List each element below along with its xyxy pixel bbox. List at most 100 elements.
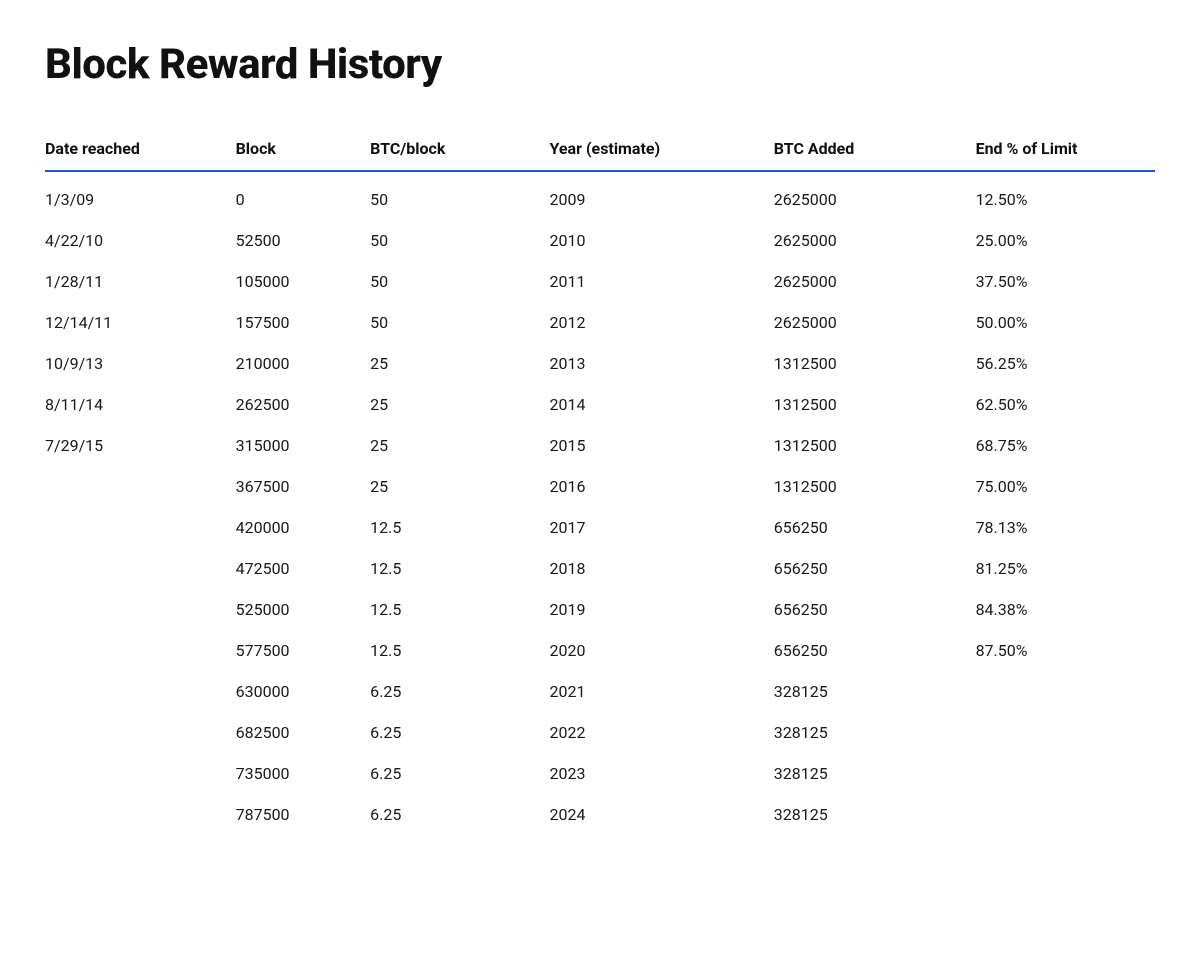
page-title: Block Reward History bbox=[45, 40, 1155, 89]
cell-1-btc_added: 2625000 bbox=[774, 220, 976, 261]
cell-0-btc_added: 2625000 bbox=[774, 171, 976, 220]
table-row: 1/28/11105000502011262500037.50% bbox=[45, 261, 1155, 302]
cell-1-block: 52500 bbox=[236, 220, 371, 261]
cell-0-date: 1/3/09 bbox=[45, 171, 236, 220]
cell-2-btc_per_block: 50 bbox=[370, 261, 549, 302]
cell-3-end_pct_limit: 50.00% bbox=[976, 302, 1155, 343]
cell-12-btc_added: 328125 bbox=[774, 671, 976, 712]
cell-6-date: 7/29/15 bbox=[45, 425, 236, 466]
cell-11-block: 577500 bbox=[236, 630, 371, 671]
cell-13-block: 682500 bbox=[236, 712, 371, 753]
table-row: 7875006.252024328125 bbox=[45, 794, 1155, 835]
cell-7-end_pct_limit: 75.00% bbox=[976, 466, 1155, 507]
cell-3-btc_added: 2625000 bbox=[774, 302, 976, 343]
cell-2-btc_added: 2625000 bbox=[774, 261, 976, 302]
cell-3-date: 12/14/11 bbox=[45, 302, 236, 343]
cell-9-btc_added: 656250 bbox=[774, 548, 976, 589]
table-row: 1/3/090502009262500012.50% bbox=[45, 171, 1155, 220]
cell-15-btc_per_block: 6.25 bbox=[370, 794, 549, 835]
cell-10-year_estimate: 2019 bbox=[550, 589, 774, 630]
cell-11-date bbox=[45, 630, 236, 671]
cell-13-end_pct_limit bbox=[976, 712, 1155, 753]
cell-8-btc_per_block: 12.5 bbox=[370, 507, 549, 548]
col-header-year_estimate: Year (estimate) bbox=[550, 129, 774, 171]
table-row: 57750012.5202065625087.50% bbox=[45, 630, 1155, 671]
table-row: 47250012.5201865625081.25% bbox=[45, 548, 1155, 589]
cell-6-end_pct_limit: 68.75% bbox=[976, 425, 1155, 466]
cell-4-btc_added: 1312500 bbox=[774, 343, 976, 384]
cell-11-btc_added: 656250 bbox=[774, 630, 976, 671]
cell-8-year_estimate: 2017 bbox=[550, 507, 774, 548]
block-reward-table: Date reachedBlockBTC/blockYear (estimate… bbox=[45, 129, 1155, 835]
cell-14-btc_added: 328125 bbox=[774, 753, 976, 794]
cell-5-btc_per_block: 25 bbox=[370, 384, 549, 425]
table-row: 7350006.252023328125 bbox=[45, 753, 1155, 794]
cell-12-date bbox=[45, 671, 236, 712]
cell-5-btc_added: 1312500 bbox=[774, 384, 976, 425]
cell-6-btc_per_block: 25 bbox=[370, 425, 549, 466]
cell-12-block: 630000 bbox=[236, 671, 371, 712]
col-header-end_pct_limit: End % of Limit bbox=[976, 129, 1155, 171]
cell-13-date bbox=[45, 712, 236, 753]
cell-14-end_pct_limit bbox=[976, 753, 1155, 794]
cell-0-year_estimate: 2009 bbox=[550, 171, 774, 220]
cell-1-date: 4/22/10 bbox=[45, 220, 236, 261]
table-row: 4/22/1052500502010262500025.00% bbox=[45, 220, 1155, 261]
table-row: 42000012.5201765625078.13% bbox=[45, 507, 1155, 548]
col-header-btc_per_block: BTC/block bbox=[370, 129, 549, 171]
cell-13-btc_per_block: 6.25 bbox=[370, 712, 549, 753]
cell-9-block: 472500 bbox=[236, 548, 371, 589]
cell-10-block: 525000 bbox=[236, 589, 371, 630]
cell-4-btc_per_block: 25 bbox=[370, 343, 549, 384]
cell-3-year_estimate: 2012 bbox=[550, 302, 774, 343]
cell-1-end_pct_limit: 25.00% bbox=[976, 220, 1155, 261]
cell-10-end_pct_limit: 84.38% bbox=[976, 589, 1155, 630]
cell-0-btc_per_block: 50 bbox=[370, 171, 549, 220]
cell-12-year_estimate: 2021 bbox=[550, 671, 774, 712]
cell-4-date: 10/9/13 bbox=[45, 343, 236, 384]
col-header-block: Block bbox=[236, 129, 371, 171]
cell-11-year_estimate: 2020 bbox=[550, 630, 774, 671]
cell-14-block: 735000 bbox=[236, 753, 371, 794]
cell-14-year_estimate: 2023 bbox=[550, 753, 774, 794]
cell-2-year_estimate: 2011 bbox=[550, 261, 774, 302]
cell-5-end_pct_limit: 62.50% bbox=[976, 384, 1155, 425]
cell-3-btc_per_block: 50 bbox=[370, 302, 549, 343]
table-row: 52500012.5201965625084.38% bbox=[45, 589, 1155, 630]
cell-13-year_estimate: 2022 bbox=[550, 712, 774, 753]
col-header-date: Date reached bbox=[45, 129, 236, 171]
cell-13-btc_added: 328125 bbox=[774, 712, 976, 753]
cell-2-end_pct_limit: 37.50% bbox=[976, 261, 1155, 302]
cell-11-end_pct_limit: 87.50% bbox=[976, 630, 1155, 671]
cell-0-end_pct_limit: 12.50% bbox=[976, 171, 1155, 220]
cell-10-btc_added: 656250 bbox=[774, 589, 976, 630]
cell-7-block: 367500 bbox=[236, 466, 371, 507]
table-row: 367500252016131250075.00% bbox=[45, 466, 1155, 507]
table-row: 8/11/14262500252014131250062.50% bbox=[45, 384, 1155, 425]
cell-9-end_pct_limit: 81.25% bbox=[976, 548, 1155, 589]
cell-12-btc_per_block: 6.25 bbox=[370, 671, 549, 712]
table-row: 7/29/15315000252015131250068.75% bbox=[45, 425, 1155, 466]
cell-8-date bbox=[45, 507, 236, 548]
cell-6-block: 315000 bbox=[236, 425, 371, 466]
cell-15-date bbox=[45, 794, 236, 835]
cell-7-year_estimate: 2016 bbox=[550, 466, 774, 507]
cell-7-btc_added: 1312500 bbox=[774, 466, 976, 507]
cell-6-year_estimate: 2015 bbox=[550, 425, 774, 466]
cell-15-btc_added: 328125 bbox=[774, 794, 976, 835]
cell-11-btc_per_block: 12.5 bbox=[370, 630, 549, 671]
cell-3-block: 157500 bbox=[236, 302, 371, 343]
cell-9-date bbox=[45, 548, 236, 589]
cell-7-date bbox=[45, 466, 236, 507]
cell-5-year_estimate: 2014 bbox=[550, 384, 774, 425]
cell-0-block: 0 bbox=[236, 171, 371, 220]
cell-15-block: 787500 bbox=[236, 794, 371, 835]
cell-8-block: 420000 bbox=[236, 507, 371, 548]
cell-6-btc_added: 1312500 bbox=[774, 425, 976, 466]
table-row: 6825006.252022328125 bbox=[45, 712, 1155, 753]
cell-7-btc_per_block: 25 bbox=[370, 466, 549, 507]
cell-9-year_estimate: 2018 bbox=[550, 548, 774, 589]
cell-14-date bbox=[45, 753, 236, 794]
cell-5-block: 262500 bbox=[236, 384, 371, 425]
cell-4-block: 210000 bbox=[236, 343, 371, 384]
